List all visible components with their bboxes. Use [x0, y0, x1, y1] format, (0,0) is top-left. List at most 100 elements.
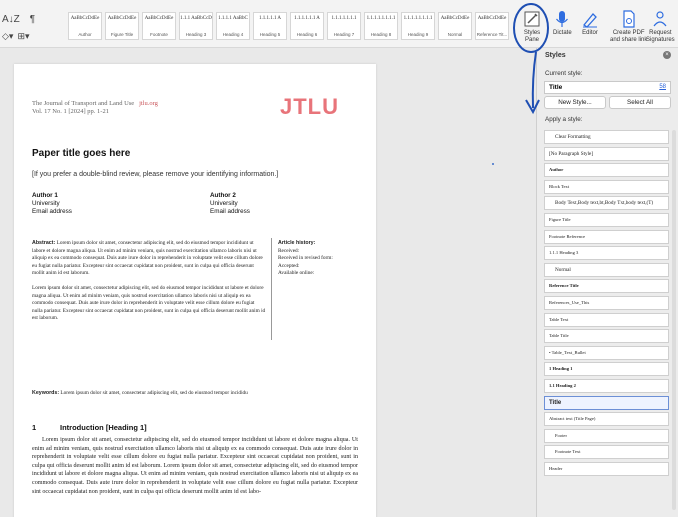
- gallery-style-name: Footnote: [150, 32, 168, 37]
- editor-pen-icon: [583, 13, 597, 28]
- dictate-label: Dictate: [553, 30, 572, 36]
- styles-pane-label: Styles Pane: [523, 30, 541, 43]
- gallery-style-sample: 1.1.1.1 AaBbC: [218, 16, 248, 21]
- style-list-item[interactable]: Normal: [544, 262, 669, 277]
- style-list-item[interactable]: References_Use_This: [544, 295, 669, 310]
- shading-icon[interactable]: ◇▾: [2, 31, 13, 42]
- style-list-item[interactable]: Table Text: [544, 312, 669, 327]
- gallery-style-tile[interactable]: 1.1.1 AaBbCcD Heading 3: [179, 12, 213, 40]
- style-list-item[interactable]: Header: [544, 461, 669, 476]
- gallery-style-sample: 1.1.1.1.1 A: [258, 16, 282, 21]
- styles-pane: Styles × Current style: Title 58 New Sty…: [536, 48, 678, 517]
- create-pdf-button[interactable]: Create PDF and share link: [610, 10, 647, 44]
- style-list-item[interactable]: • Table_Text_Bullet: [544, 345, 669, 360]
- style-list-item[interactable]: Footer: [544, 428, 669, 443]
- style-list-item[interactable]: Reference Title: [544, 279, 669, 294]
- abstract-paragraph-1: Lorem ipsum dolor sit amet, consectetur …: [32, 240, 263, 277]
- style-list-item[interactable]: Author: [544, 163, 669, 178]
- style-list-item[interactable]: Table Title: [544, 329, 669, 344]
- editor-button[interactable]: Editor: [581, 10, 599, 37]
- author-1-university: University: [32, 200, 60, 207]
- gallery-style-name: Normal: [447, 32, 463, 37]
- close-icon[interactable]: ×: [663, 51, 671, 59]
- gallery-style-tile[interactable]: AaBbCcDdEe Normal: [438, 12, 472, 40]
- gallery-style-tile[interactable]: AaBbCcDdEe Author: [68, 12, 102, 40]
- author-2-block[interactable]: Author 2 University Email address: [210, 192, 250, 216]
- style-list-item[interactable]: Abstract text (Title Page): [544, 412, 669, 427]
- style-list-item[interactable]: Body Text,Body text,bt,Body Txt,body tex…: [544, 196, 669, 211]
- style-list-item[interactable]: [No Paragraph Style]: [544, 146, 669, 161]
- gallery-style-tile[interactable]: AaBbCcDdEe Reference Tit...: [475, 12, 509, 40]
- gallery-style-sample: AaBbCcDdEe: [440, 16, 470, 21]
- gallery-style-sample: AaBbCcDdEe: [70, 16, 100, 21]
- author-2-name: Author 2: [210, 192, 236, 199]
- section-title: Introduction [Heading 1]: [60, 423, 147, 432]
- history-title: Article history:: [278, 240, 316, 246]
- gallery-style-name: Heading 4: [222, 32, 244, 37]
- author-2-university: University: [210, 200, 238, 207]
- body-paragraph[interactable]: Lorem ipsum dolor sit amet, consectetur …: [32, 436, 358, 496]
- current-style-box[interactable]: Title 58: [544, 81, 671, 94]
- document-canvas[interactable]: The Journal of Transport and Land Use jt…: [0, 48, 536, 517]
- gallery-style-tile[interactable]: 1.1.1.1 AaBbC Heading 4: [216, 12, 250, 40]
- styles-pane-button[interactable]: Styles Pane: [523, 10, 541, 44]
- keywords-label: Keywords:: [32, 390, 60, 396]
- keywords-text: Lorem ipsum dolor sit amet, consectetur …: [59, 390, 248, 396]
- dictate-button[interactable]: Dictate: [553, 10, 572, 37]
- document-page[interactable]: The Journal of Transport and Land Use jt…: [14, 64, 376, 517]
- gallery-style-tile[interactable]: AaBbCcDdEe Figure Title: [105, 12, 139, 40]
- author-2-email: Email address: [210, 208, 250, 215]
- style-list-item[interactable]: Figure Title: [544, 212, 669, 227]
- sort-icon[interactable]: A↓Z: [2, 14, 20, 25]
- style-list-item[interactable]: Block Text: [544, 179, 669, 194]
- author-1-block[interactable]: Author 1 University Email address: [32, 192, 72, 216]
- pilcrow-icon[interactable]: ¶: [30, 14, 35, 25]
- paper-title[interactable]: Paper title goes here: [32, 148, 130, 159]
- gallery-style-name: Heading 6: [296, 32, 318, 37]
- ribbon: A↓Z ¶ ◇▾ ⊞▾ AaBbCcDdEe Author AaBbCcDdEe Fi…: [0, 0, 678, 48]
- style-list-scrollbar[interactable]: [672, 130, 676, 510]
- author-1-email: Email address: [32, 208, 72, 215]
- gallery-style-name: Heading 9: [407, 32, 429, 37]
- gallery-style-tile[interactable]: 1.1.1.1.1.1.1.1 Heading 8: [364, 12, 398, 40]
- journal-name: The Journal of Transport and Land Use: [32, 100, 135, 107]
- gallery-style-tile[interactable]: 1.1.1.1.1 A Heading 5: [253, 12, 287, 40]
- gallery-style-name: Heading 3: [185, 32, 207, 37]
- history-accepted: Accepted:: [278, 262, 300, 269]
- journal-volume: Vol. 17 No. 1 [2024] pp. 1-21: [32, 108, 109, 115]
- borders-icon[interactable]: ⊞▾: [17, 31, 29, 42]
- author-1-name: Author 1: [32, 192, 58, 199]
- styles-pane-icon: [524, 11, 540, 27]
- style-list-item[interactable]: Footnote Reference: [544, 229, 669, 244]
- ribbon-left-controls: A↓Z ¶ ◇▾ ⊞▾: [2, 14, 35, 42]
- cursor-dot: [492, 163, 494, 165]
- current-style-link[interactable]: 58: [659, 84, 666, 90]
- style-list-item[interactable]: Clear Formatting: [544, 130, 669, 144]
- gallery-style-tile[interactable]: 1.1.1.1.1.1.1 Heading 7: [327, 12, 361, 40]
- style-list-item[interactable]: 1.1.1 Heading 3: [544, 246, 669, 261]
- gallery-style-tile[interactable]: AaBbCcDdEe Footnote: [142, 12, 176, 40]
- style-list-item[interactable]: 1 Heading 1: [544, 362, 669, 377]
- gallery-style-sample: 1.1.1.1.1.1.1.1: [366, 16, 396, 21]
- style-list-item[interactable]: 1.1 Heading 2: [544, 378, 669, 393]
- gallery-style-sample: AaBbCcDdEe: [144, 16, 174, 21]
- style-list-item[interactable]: Footnote Text: [544, 445, 669, 460]
- journal-url[interactable]: jtlu.org: [139, 100, 158, 107]
- gallery-style-name: Heading 7: [333, 32, 355, 37]
- select-all-button[interactable]: Select All: [609, 96, 671, 109]
- article-history[interactable]: Article history: Received: Received in r…: [278, 240, 333, 278]
- new-style-button[interactable]: New Style...: [544, 96, 606, 109]
- style-list-item[interactable]: Title: [544, 395, 669, 410]
- create-pdf-label: Create PDF and share link: [610, 30, 648, 43]
- keywords[interactable]: Keywords: Lorem ipsum dolor sit amet, co…: [32, 390, 266, 398]
- abstract-label: Abstract:: [32, 240, 56, 246]
- section-heading[interactable]: 1 Introduction [Heading 1]: [32, 423, 147, 432]
- gallery-style-name: Figure Title: [110, 32, 134, 37]
- gallery-style-tile[interactable]: 1.1.1.1.1.1 A Heading 6: [290, 12, 324, 40]
- abstract[interactable]: Abstract: Lorem ipsum dolor sit amet, co…: [32, 240, 266, 330]
- gallery-style-sample: AaBbCcDdEe: [107, 16, 137, 21]
- journal-header: The Journal of Transport and Land Use jt…: [32, 100, 158, 116]
- request-signatures-button[interactable]: Request Signatures: [646, 10, 675, 44]
- gallery-style-tile[interactable]: 1.1.1.1.1.1.1.1 Heading 9: [401, 12, 435, 40]
- review-note[interactable]: [If you prefer a double-blind review, pl…: [32, 171, 278, 178]
